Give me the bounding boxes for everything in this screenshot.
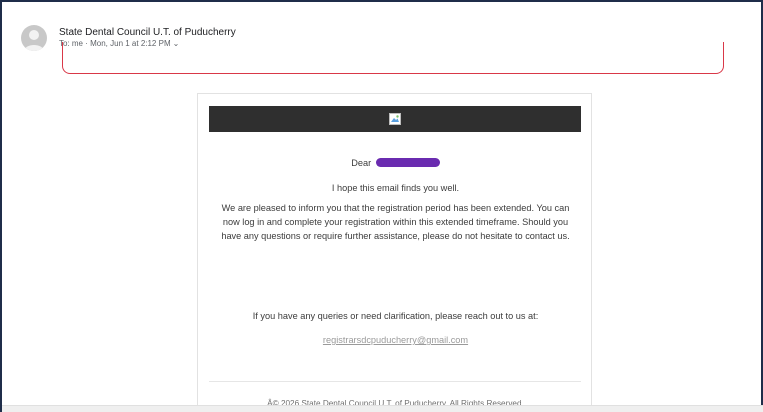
- highlight-box: [62, 42, 724, 74]
- queries-line: If you have any queries or need clarific…: [252, 311, 539, 321]
- intro-line: I hope this email finds you well.: [331, 183, 460, 193]
- greeting-text: Dear: [351, 158, 372, 168]
- contact-email-link[interactable]: registrarsdcpuducherry@gmail.com: [198, 333, 593, 347]
- bottom-bar: [2, 405, 763, 412]
- email-viewer: State Dental Council U.T. of Puducherry …: [0, 0, 763, 412]
- avatar-person-icon: [24, 30, 44, 51]
- email-card: Dear I hope this email finds you well. W…: [197, 93, 592, 412]
- divider: [209, 381, 581, 382]
- greeting: Dear: [198, 156, 593, 170]
- broken-image-icon: [389, 113, 401, 125]
- redacted-name: [375, 158, 440, 167]
- sender-name[interactable]: State Dental Council U.T. of Puducherry: [59, 27, 236, 38]
- body-paragraph: We are pleased to inform you that the re…: [221, 203, 570, 241]
- email-banner: [209, 106, 581, 132]
- avatar[interactable]: [21, 25, 47, 51]
